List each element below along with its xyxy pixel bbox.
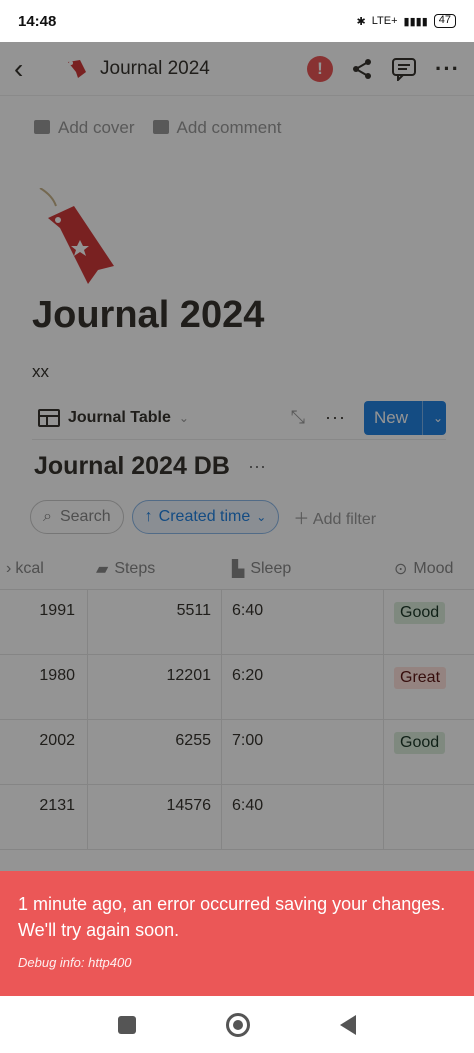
new-button-label[interactable]: New xyxy=(364,400,424,435)
page-body-text[interactable]: xx xyxy=(32,362,49,382)
steps-cell[interactable]: 14576 xyxy=(88,785,222,849)
back-arrow-icon[interactable]: ‹ xyxy=(14,53,42,85)
database-more-icon[interactable]: ··· xyxy=(248,456,266,477)
new-dropdown-icon[interactable]: ⌄ xyxy=(423,411,443,425)
steps-cell[interactable]: 12201 xyxy=(88,655,222,719)
arrow-up-icon: ↑ xyxy=(144,508,153,525)
column-label: Mood xyxy=(413,559,454,577)
column-header-kcal[interactable]: › kcal xyxy=(0,548,88,590)
error-message: 1 minute ago, an error occurred saving y… xyxy=(18,894,446,940)
mood-tag: Good xyxy=(394,602,446,624)
mood-tag: Great xyxy=(394,667,447,689)
comments-icon[interactable] xyxy=(391,57,417,81)
bed-icon: ▙ xyxy=(232,560,245,578)
sleep-cell[interactable]: 7:00 xyxy=(222,720,384,784)
signal-icon: ▮▮▮▮ xyxy=(403,15,428,28)
view-selector[interactable]: Journal Table xyxy=(68,409,171,427)
top-bar: ‹ Journal 2024 ! ··· xyxy=(0,42,474,96)
bluetooth-icon: ✱ xyxy=(356,15,366,28)
column-header-sleep[interactable]: ▙ Sleep xyxy=(222,548,384,590)
add-comment-label: Add comment xyxy=(176,118,282,137)
mood-cell[interactable]: Good xyxy=(384,720,474,784)
mood-tag: Good xyxy=(394,732,446,754)
search-pill[interactable]: ⌕ Search xyxy=(30,500,124,534)
error-toast[interactable]: 1 minute ago, an error occurred saving y… xyxy=(0,871,474,996)
column-header-mood[interactable]: ⊙ Mood xyxy=(384,548,474,590)
view-more-icon[interactable]: ··· xyxy=(325,407,346,428)
status-bar: 14:48 ✱ LTE+ ▮▮▮▮ 47 xyxy=(0,0,474,42)
kcal-column-icon: › xyxy=(6,559,12,577)
bookmark-tag-icon xyxy=(68,59,86,78)
select-icon: ⊙ xyxy=(394,560,408,578)
mood-cell[interactable]: Good xyxy=(384,590,474,654)
new-button[interactable]: New ⌄ xyxy=(364,400,446,435)
comment-icon xyxy=(152,120,169,134)
database-table: › kcal ▰ Steps ▙ Sleep ⊙ Mood 1991 5511 … xyxy=(0,548,474,850)
more-options-icon[interactable]: ··· xyxy=(435,56,460,82)
sleep-cell[interactable]: 6:20 xyxy=(222,655,384,719)
system-nav-bar xyxy=(0,996,474,1053)
mood-cell[interactable]: Great xyxy=(384,655,474,719)
kcal-cell[interactable]: 1980 xyxy=(0,655,88,719)
kcal-cell[interactable]: 1991 xyxy=(0,590,88,654)
column-label: Sleep xyxy=(250,559,292,577)
add-cover-button[interactable]: Add cover xyxy=(34,118,135,138)
table-row[interactable]: 1991 5511 6:40 Good xyxy=(0,590,474,655)
column-label: kcal xyxy=(15,559,44,577)
steps-cell[interactable]: 5511 xyxy=(88,590,222,654)
add-cover-label: Add cover xyxy=(58,118,135,137)
table-header: › kcal ▰ Steps ▙ Sleep ⊙ Mood xyxy=(0,548,474,590)
search-label: Search xyxy=(59,508,111,525)
page-icon-bookmark[interactable] xyxy=(38,188,120,284)
error-alert-icon[interactable]: ! xyxy=(307,55,334,82)
steps-cell[interactable]: 6255 xyxy=(88,720,222,784)
notion-page: ‹ Journal 2024 ! ··· Add cover Add comme… xyxy=(0,42,474,996)
column-label: Steps xyxy=(114,559,156,577)
table-row[interactable]: 1980 12201 6:20 Great xyxy=(0,655,474,720)
network-label: LTE+ xyxy=(371,15,398,27)
add-comment-button[interactable]: Add comment xyxy=(152,118,282,138)
back-button[interactable] xyxy=(340,1014,356,1035)
sort-label: Created time xyxy=(158,508,251,525)
expand-icon[interactable]: ⤡ xyxy=(291,407,305,428)
status-time: 14:48 xyxy=(18,12,57,30)
page-header-actions: Add cover Add comment xyxy=(34,118,281,138)
kcal-cell[interactable]: 2131 xyxy=(0,785,88,849)
image-icon xyxy=(34,120,50,134)
column-header-steps[interactable]: ▰ Steps xyxy=(88,548,222,590)
share-icon[interactable] xyxy=(351,58,373,80)
add-filter-button[interactable]: ＋ Add filter xyxy=(293,505,376,529)
chevron-down-icon: ⌄ xyxy=(256,510,267,524)
table-row[interactable]: 2002 6255 7:00 Good xyxy=(0,720,474,785)
table-icon xyxy=(38,408,60,427)
chevron-down-icon[interactable]: ⌄ xyxy=(179,411,189,425)
debug-info: Debug info: http400 xyxy=(18,955,132,970)
sleep-cell[interactable]: 6:40 xyxy=(222,590,384,654)
shoe-icon: ▰ xyxy=(96,560,109,578)
kcal-cell[interactable]: 2002 xyxy=(0,720,88,784)
add-filter-label: Add filter xyxy=(312,511,377,528)
page-title: Journal 2024 xyxy=(32,294,265,336)
home-button[interactable] xyxy=(226,1012,250,1037)
recents-button[interactable] xyxy=(118,1015,136,1034)
header-title: Journal 2024 xyxy=(100,57,210,79)
battery-indicator: 47 xyxy=(433,14,456,28)
filter-bar: ⌕ Search ↑ Created time ⌄ ＋ Add filter xyxy=(30,500,376,534)
database-title[interactable]: Journal 2024 DB xyxy=(34,452,230,481)
search-icon: ⌕ xyxy=(43,508,52,525)
database-view-bar: Journal Table ⌄ ⤡ ··· New ⌄ xyxy=(32,396,446,440)
sort-pill[interactable]: ↑ Created time ⌄ xyxy=(131,500,280,534)
sleep-cell[interactable]: 6:40 xyxy=(222,785,384,849)
mood-cell[interactable] xyxy=(384,785,474,849)
table-row[interactable]: 2131 14576 6:40 xyxy=(0,785,474,850)
